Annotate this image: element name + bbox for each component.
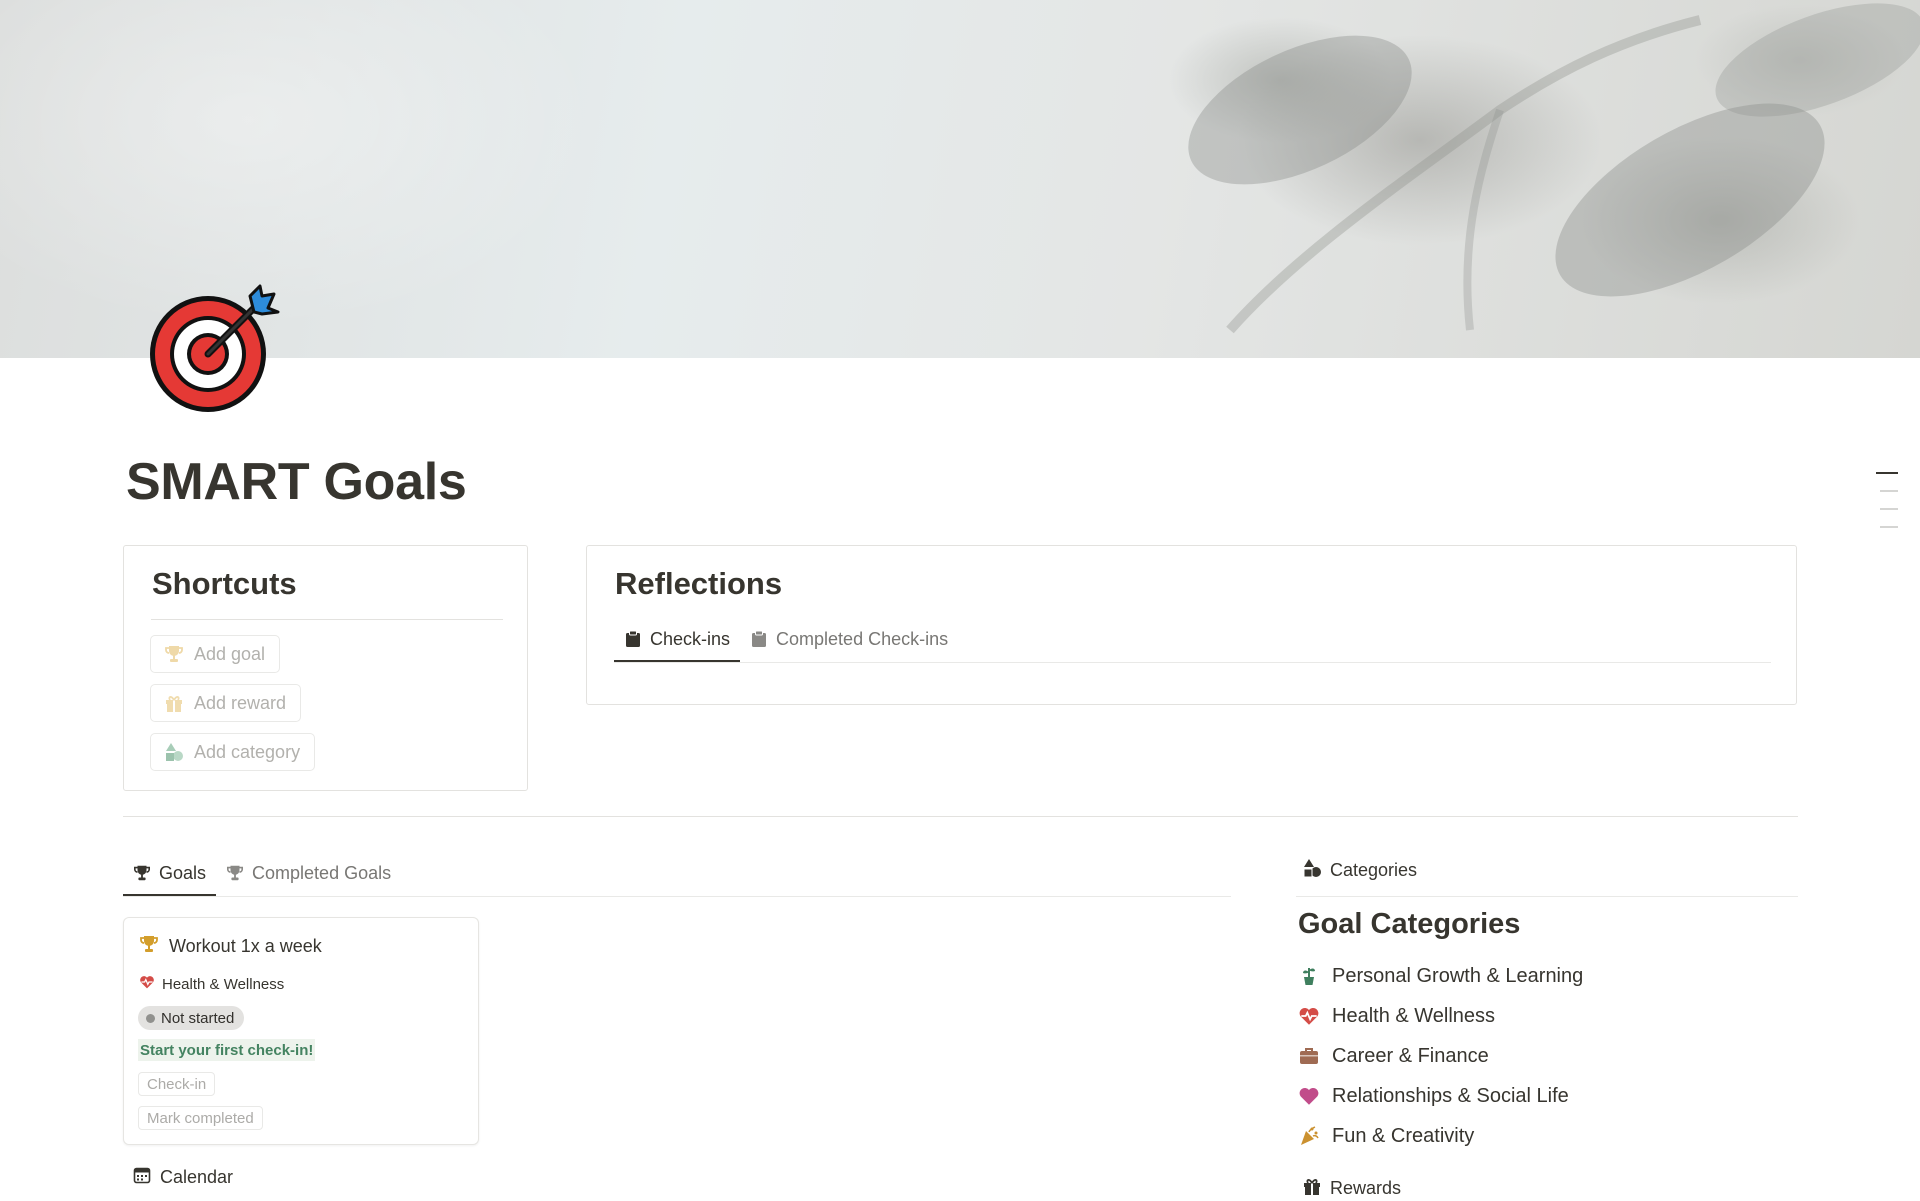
heart-pulse-icon — [1298, 1005, 1320, 1027]
briefcase-icon — [1298, 1045, 1320, 1067]
reflections-tabs: Check-ins Completed Check-ins — [614, 617, 958, 662]
status-label: Not started — [161, 1009, 235, 1027]
status-badge: Not started — [138, 1006, 245, 1030]
calendar-icon — [133, 1166, 151, 1189]
tab-divider — [1296, 896, 1798, 897]
add-reward-button[interactable]: Add reward — [150, 684, 302, 722]
category-list: Personal Growth & Learning Health & Well… — [1298, 956, 1583, 1156]
shortcuts-panel: Shortcuts Add goal Add reward Add catego… — [123, 545, 528, 791]
category-item-career-finance[interactable]: Career & Finance — [1298, 1036, 1583, 1076]
gift-icon — [164, 693, 184, 713]
calendar-view-link[interactable]: Calendar — [133, 1166, 233, 1189]
trophy-icon — [226, 864, 244, 882]
status-dot — [146, 1013, 155, 1023]
category-item-fun-creativity[interactable]: Fun & Creativity — [1298, 1116, 1583, 1156]
goal-card[interactable]: Workout 1x a week Health & Wellness Not … — [123, 917, 479, 1145]
checkin-prompt: Start your first check-in! — [138, 1039, 316, 1061]
toc-line[interactable] — [1880, 526, 1898, 528]
tab-completed-check-ins[interactable]: Completed Check-ins — [740, 617, 958, 661]
potted-plant-icon — [1298, 965, 1320, 987]
clipboard-icon — [750, 630, 768, 648]
toc-line[interactable] — [1880, 508, 1898, 510]
tab-completed-goals-label: Completed Goals — [252, 862, 392, 883]
category-item-health-wellness[interactable]: Health & Wellness — [1298, 996, 1583, 1036]
toc-line-active[interactable] — [1876, 472, 1898, 474]
page-title: SMART Goals — [126, 453, 467, 511]
trophy-icon — [139, 934, 159, 959]
category-item-relationships[interactable]: Relationships & Social Life — [1298, 1076, 1583, 1116]
rewards-label: Rewards — [1330, 1178, 1402, 1198]
shortcuts-heading: Shortcuts — [152, 566, 297, 601]
reflections-panel: Reflections Check-ins Completed Check-in… — [586, 545, 1797, 705]
category-label: Relationships & Social Life — [1332, 1084, 1569, 1107]
reflections-heading: Reflections — [615, 566, 783, 601]
cover-image[interactable] — [0, 0, 1920, 358]
goal-category-label: Health & Wellness — [162, 975, 285, 993]
category-label: Personal Growth & Learning — [1332, 964, 1584, 987]
tab-categories[interactable]: Categories — [1302, 858, 1417, 883]
add-category-label: Add category — [194, 741, 301, 762]
gift-icon — [1302, 1176, 1322, 1201]
category-label: Health & Wellness — [1332, 1004, 1496, 1027]
tab-check-ins-label: Check-ins — [650, 628, 731, 649]
section-divider — [123, 816, 1798, 817]
heart-pulse-icon — [139, 974, 155, 994]
add-category-button[interactable]: Add category — [150, 733, 316, 771]
goal-card-title: Workout 1x a week — [139, 934, 322, 959]
goals-tabs: Goals Completed Goals — [123, 851, 401, 896]
toc-line[interactable] — [1880, 490, 1898, 492]
trophy-icon — [133, 864, 151, 882]
clipboard-icon — [624, 630, 642, 648]
category-label: Fun & Creativity — [1332, 1124, 1475, 1147]
category-label: Career & Finance — [1332, 1044, 1489, 1067]
calendar-label: Calendar — [160, 1167, 234, 1187]
table-of-contents-indicator[interactable] — [1874, 472, 1898, 544]
party-popper-icon — [1298, 1125, 1320, 1147]
tab-goals-label: Goals — [159, 862, 207, 883]
tab-divider — [614, 662, 1771, 663]
direct-hit-target-icon[interactable] — [146, 278, 286, 418]
add-goal-button[interactable]: Add goal — [150, 635, 281, 673]
goal-category[interactable]: Health & Wellness — [139, 974, 284, 994]
divider — [151, 619, 503, 620]
add-goal-label: Add goal — [194, 643, 266, 664]
rewards-link[interactable]: Rewards — [1302, 1176, 1401, 1201]
check-in-button[interactable]: Check-in — [138, 1072, 216, 1096]
tab-check-ins[interactable]: Check-ins — [614, 617, 741, 662]
tab-divider — [123, 896, 1231, 897]
tab-categories-label: Categories — [1330, 860, 1418, 880]
heart-icon — [1298, 1085, 1320, 1107]
tab-goals[interactable]: Goals — [123, 851, 217, 896]
tab-completed-goals[interactable]: Completed Goals — [216, 851, 401, 895]
goal-categories-heading: Goal Categories — [1298, 908, 1521, 940]
mark-completed-button[interactable]: Mark completed — [138, 1106, 263, 1130]
add-reward-label: Add reward — [194, 692, 287, 713]
trophy-icon — [164, 644, 184, 664]
tab-completed-check-ins-label: Completed Check-ins — [776, 628, 949, 649]
goal-title-text: Workout 1x a week — [169, 936, 322, 956]
shapes-icon — [164, 742, 184, 762]
shapes-icon — [1302, 858, 1322, 883]
category-item-personal-growth[interactable]: Personal Growth & Learning — [1298, 956, 1583, 996]
